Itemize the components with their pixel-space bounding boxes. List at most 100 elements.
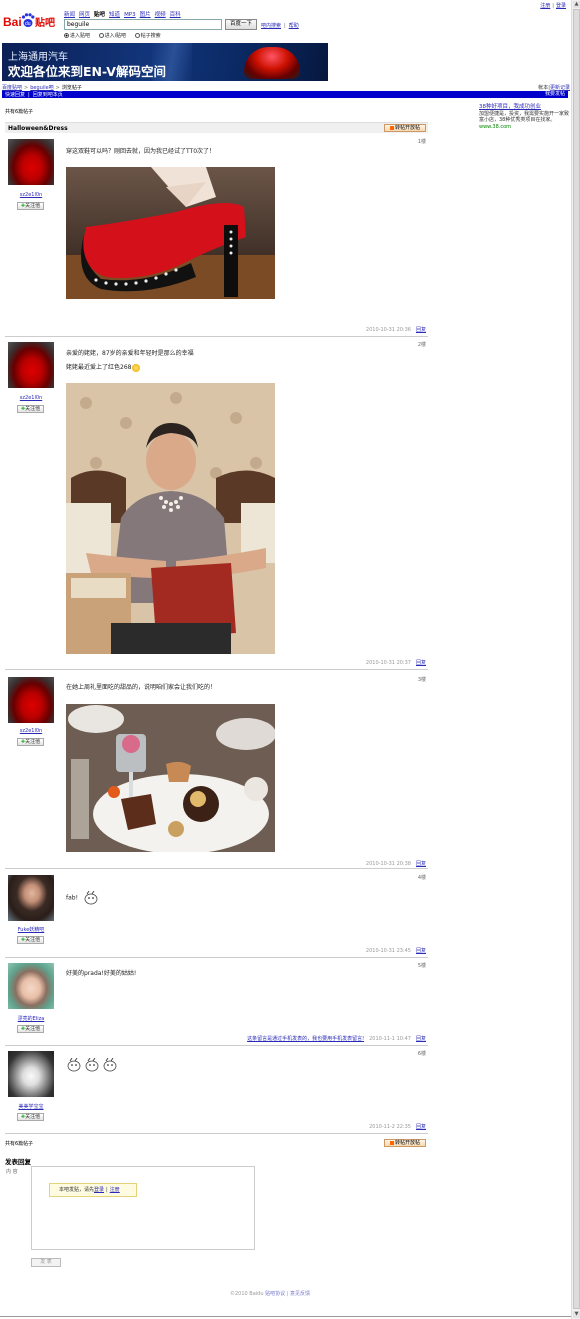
post-meta: 这条留言是通过手机发表的，我也要用手机发表留言! 2010-11-1 10:47 回…	[247, 1035, 426, 1042]
smiley-icon	[132, 363, 141, 372]
svg-text:Bai: Bai	[3, 15, 22, 29]
post-floor-1: 1楼 sz2e1l0n ✚关注他 穿这双鞋可以吗？刚回去就，因为我已经试了TT0…	[5, 136, 428, 337]
post-text: 穿这双鞋可以吗？刚回去就，因为我已经试了TT0次了！	[66, 148, 216, 155]
post-image-red-heels[interactable]	[66, 167, 275, 299]
breadcrumb: 百度贴吧 > beguile吧 > 浏览帖子	[2, 84, 82, 91]
follow-button[interactable]: ✚关注他	[17, 405, 44, 413]
login-link[interactable]: 登录	[556, 3, 566, 9]
baidu-tieba-logo[interactable]: Bai du 贴吧	[3, 11, 61, 31]
post-text-value: fab!	[66, 894, 79, 902]
search-input[interactable]: beguile	[64, 19, 222, 30]
bar-tools: 帐本|更新记录	[538, 84, 570, 91]
radio-post-search[interactable]: 帖子搜索	[134, 32, 161, 39]
search-links: 吧内搜索 | 帮助	[261, 22, 302, 29]
nav-tieba[interactable]: 贴吧	[94, 12, 105, 18]
back-to-bar-link[interactable]: 回复到吧本页	[33, 92, 63, 98]
avatar[interactable]	[8, 139, 54, 185]
reply-link[interactable]: 回复	[416, 1124, 426, 1130]
post-floor-4: 4楼 Fuke妖精吧 ✚关注他 fab! 2010-10-31 23:45 回复	[5, 872, 428, 958]
reply-link[interactable]: 回复	[416, 861, 426, 867]
post-time: 2010-10-31 23:45	[365, 948, 411, 954]
follow-label: 关注他	[25, 1026, 41, 1032]
sidebar-ad-url[interactable]: www.38.com	[479, 124, 569, 131]
ad-banner[interactable]: 上海通用汽车 欢迎各位来到EN-V解码空间	[2, 43, 328, 81]
feedback-link[interactable]: 意见反馈	[290, 1291, 310, 1297]
vertical-scrollbar[interactable]: ▲ ▼	[571, 0, 580, 1319]
thread-title: Halloween&Dress	[8, 125, 68, 132]
mobile-client-link[interactable]: 这条留言是通过手机发表的，我也要用手机发表留言!	[247, 1036, 364, 1042]
username-link[interactable]: sz2e1l0n	[5, 728, 57, 734]
submit-button[interactable]: 发 表	[31, 1258, 61, 1267]
reply-link[interactable]: 回复	[416, 660, 426, 666]
copyright: ©2010 Baidu	[229, 1291, 266, 1297]
search-mode-radios: 进入贴吧 进入i贴吧 帖子搜索	[64, 32, 168, 39]
follow-button[interactable]: ✚关注他	[17, 202, 44, 210]
sidebar-ad: 38种好项目，我成功创业 加盟便捷是，投资，我需要实施开一家致富小店，38种优秀…	[479, 104, 569, 130]
follow-button[interactable]: ✚关注他	[17, 1113, 44, 1121]
radio-selected-icon	[64, 33, 69, 38]
login-link[interactable]: 登录	[94, 1187, 104, 1193]
search-button[interactable]: 百度一下	[225, 19, 257, 30]
separator: |	[28, 92, 30, 98]
floor-number: 2楼	[417, 342, 426, 348]
separator: |	[106, 1187, 108, 1193]
rabbit-emoticon-icon	[67, 1057, 81, 1072]
follow-button[interactable]: ✚关注他	[17, 936, 44, 944]
radio-icon	[98, 33, 104, 38]
svg-text:du: du	[25, 21, 31, 27]
avatar[interactable]	[8, 677, 54, 723]
quick-reply-link[interactable]: 快速回复	[5, 92, 25, 98]
post-text-line2: 姥姥最近爱上了红色268	[66, 362, 141, 374]
post-image-desserts[interactable]	[66, 704, 275, 852]
username-link[interactable]: 漂亮的Eliza	[5, 1015, 57, 1022]
nav-news[interactable]: 新闻	[64, 12, 75, 18]
radio-label: 进入贴吧	[70, 33, 91, 39]
follow-label: 关注他	[25, 1114, 41, 1120]
rss-button[interactable]: 转帖开放帖	[384, 124, 426, 132]
follow-label: 关注他	[25, 739, 41, 745]
agreement-link[interactable]: 贴吧协议	[265, 1291, 285, 1297]
post-time: 2010-10-31 20:37	[365, 660, 411, 666]
rss-button-bottom[interactable]: 转帖开放帖	[384, 1139, 426, 1147]
avatar[interactable]	[8, 875, 54, 921]
post-text: 好美的prada!好美的姑姑!	[66, 970, 137, 977]
floor-number: 3楼	[417, 677, 426, 683]
radio-enter-bar[interactable]: 进入贴吧	[64, 32, 90, 39]
nav-images[interactable]: 图片	[140, 12, 151, 18]
nav-baike[interactable]: 百科	[170, 12, 181, 18]
post-image-grandmother[interactable]	[66, 383, 275, 654]
reply-link[interactable]: 回复	[416, 327, 426, 333]
bar-search-link[interactable]: 吧内搜索	[261, 23, 281, 29]
help-link[interactable]: 帮助	[289, 23, 299, 29]
scroll-down-arrow-icon[interactable]: ▼	[573, 1311, 580, 1318]
avatar[interactable]	[8, 342, 54, 388]
scroll-thumb[interactable]	[573, 9, 580, 1309]
reply-textarea[interactable]	[31, 1166, 255, 1250]
nav-zhidao[interactable]: 知道	[109, 12, 120, 18]
register-link[interactable]: 注册	[540, 3, 550, 9]
new-post-link[interactable]: 我要发帖	[545, 91, 565, 98]
nav-mp3[interactable]: MP3	[124, 12, 136, 18]
top-nav: 新闻 网页 贴吧 知道 MP3 图片 视频 百科	[64, 10, 185, 18]
post-count: 共有6篇帖子	[5, 109, 34, 115]
avatar[interactable]	[8, 1051, 54, 1097]
thread-toolbar: 快速回复 | 回复到吧本页 我要发帖	[2, 91, 568, 98]
username-link[interactable]: sz2e1l0n	[5, 395, 57, 401]
avatar[interactable]	[8, 963, 54, 1009]
username-link[interactable]: Fuke妖精吧	[5, 926, 57, 933]
reply-link[interactable]: 回复	[416, 948, 426, 954]
scroll-up-arrow-icon[interactable]: ▲	[573, 1, 580, 8]
rss-icon	[389, 125, 394, 130]
radio-enter-ibar[interactable]: 进入i贴吧	[98, 32, 126, 39]
follow-button[interactable]: ✚关注他	[17, 738, 44, 746]
post-time: 2010-10-31 20:38	[365, 861, 411, 867]
rabbit-emoticon-icon	[103, 1057, 117, 1072]
register-link[interactable]: 注册	[110, 1187, 120, 1193]
reply-link[interactable]: 回复	[416, 1036, 426, 1042]
post-meta: 2010-10-31 20:37 回复	[366, 659, 426, 666]
username-link[interactable]: sz2e1l0n	[5, 192, 57, 198]
username-link[interactable]: 美美学宝宝	[5, 1103, 57, 1110]
nav-video[interactable]: 视频	[155, 12, 166, 18]
nav-web[interactable]: 网页	[79, 12, 90, 18]
follow-button[interactable]: ✚关注他	[17, 1025, 44, 1033]
